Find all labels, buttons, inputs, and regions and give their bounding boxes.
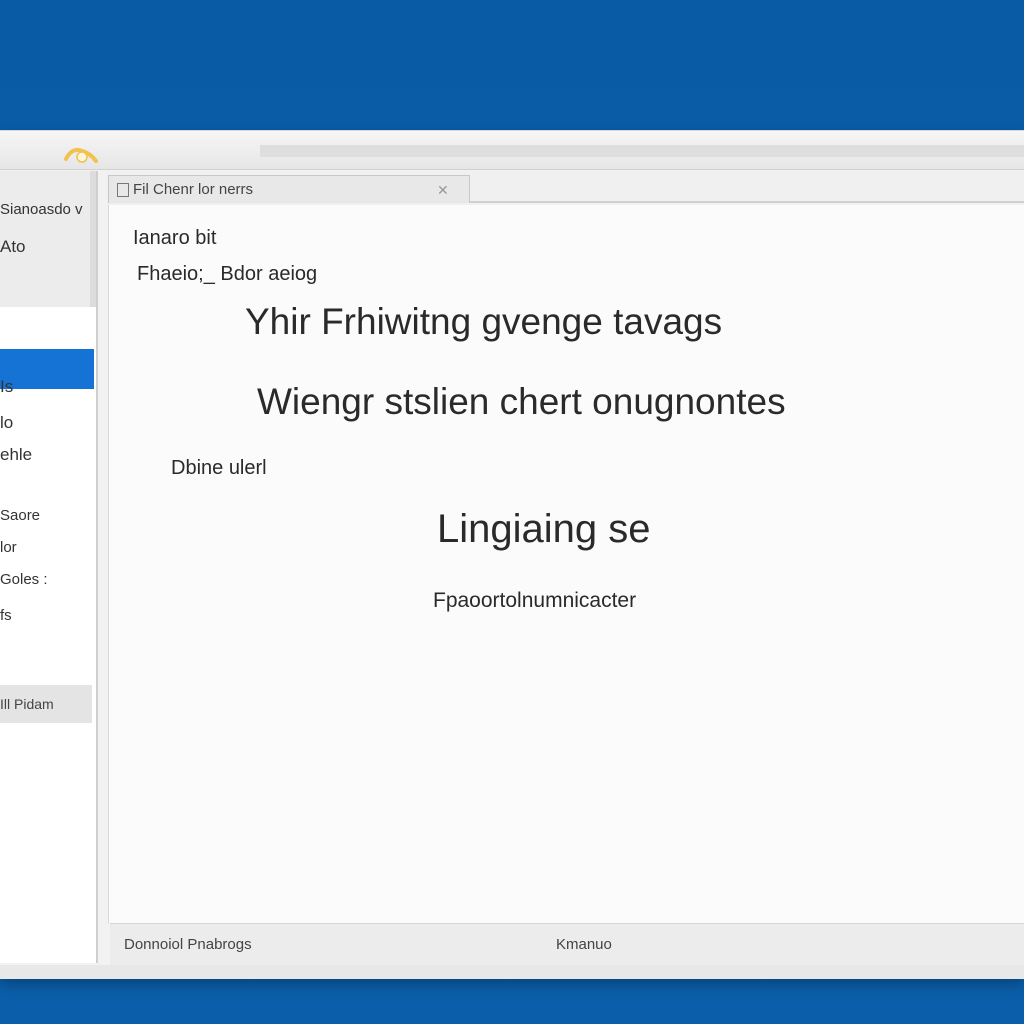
sidebar-item-3[interactable]: lo [0, 413, 13, 433]
content-heading-2: Wiengr stslien chert onugnontes [257, 381, 786, 422]
app-window: Sianoasdo v Ato Is lo ehle Saore lor Gol… [0, 130, 1024, 979]
sidebar-empty-area [0, 723, 92, 963]
sidebar: Sianoasdo v Ato Is lo ehle Saore lor Gol… [0, 171, 98, 963]
content-pane: Ianaro bit Fhaeio;_ Bdor aeiog Yhir Frhi… [108, 205, 1024, 923]
tab-strip-empty [470, 175, 1024, 203]
sidebar-item-0[interactable]: Sianoasdo v [0, 201, 83, 218]
sidebar-selected-item[interactable] [0, 349, 94, 389]
status-bar: Donnoiol Pnabrogs Kmanuo [110, 923, 1024, 966]
content-subtitle: Lingiaing se [437, 507, 651, 551]
title-bar[interactable] [0, 131, 1024, 170]
status-left-text: Donnoiol Pnabrogs [124, 936, 252, 953]
status-center-text: Kmanuo [556, 936, 612, 953]
sidebar-item-5[interactable]: Saore [0, 507, 40, 524]
sidebar-item-7[interactable]: Goles : [0, 571, 48, 588]
sidebar-item-8[interactable]: fs [0, 607, 12, 624]
content-heading-1: Yhir Frhiwitng gvenge tavags [245, 301, 723, 342]
content-line-3: Dbine ulerl [171, 457, 267, 479]
desktop-background: Sianoasdo v Ato Is lo ehle Saore lor Gol… [0, 0, 1024, 1024]
content-line-2: Fhaeio;_ Bdor aeiog [137, 263, 318, 285]
window-bottom-edge [0, 965, 1024, 979]
title-bar-strip [260, 145, 1024, 157]
sidebar-item-6[interactable]: lor [0, 539, 17, 556]
checkbox-icon[interactable] [117, 183, 129, 197]
sidebar-item-4[interactable]: ehle [0, 445, 32, 465]
close-icon[interactable]: ✕ [437, 176, 449, 204]
content-line-1: Ianaro bit [133, 227, 217, 249]
sidebar-footer[interactable]: Ill Pidam [0, 685, 92, 723]
content-caption: Fpaoortolnumnicacter [433, 589, 637, 612]
sidebar-header: Sianoasdo v Ato [0, 171, 96, 307]
tab-label: Fil Chenr lor nerrs [133, 181, 254, 198]
tab-strip: Fil Chenr lor nerrs ✕ [106, 171, 1024, 205]
app-logo-icon[interactable] [62, 145, 98, 165]
tab-document[interactable]: Fil Chenr lor nerrs ✕ [108, 175, 470, 203]
sidebar-item-1[interactable]: Ato [0, 237, 26, 257]
sidebar-item-2[interactable]: Is [0, 377, 13, 397]
